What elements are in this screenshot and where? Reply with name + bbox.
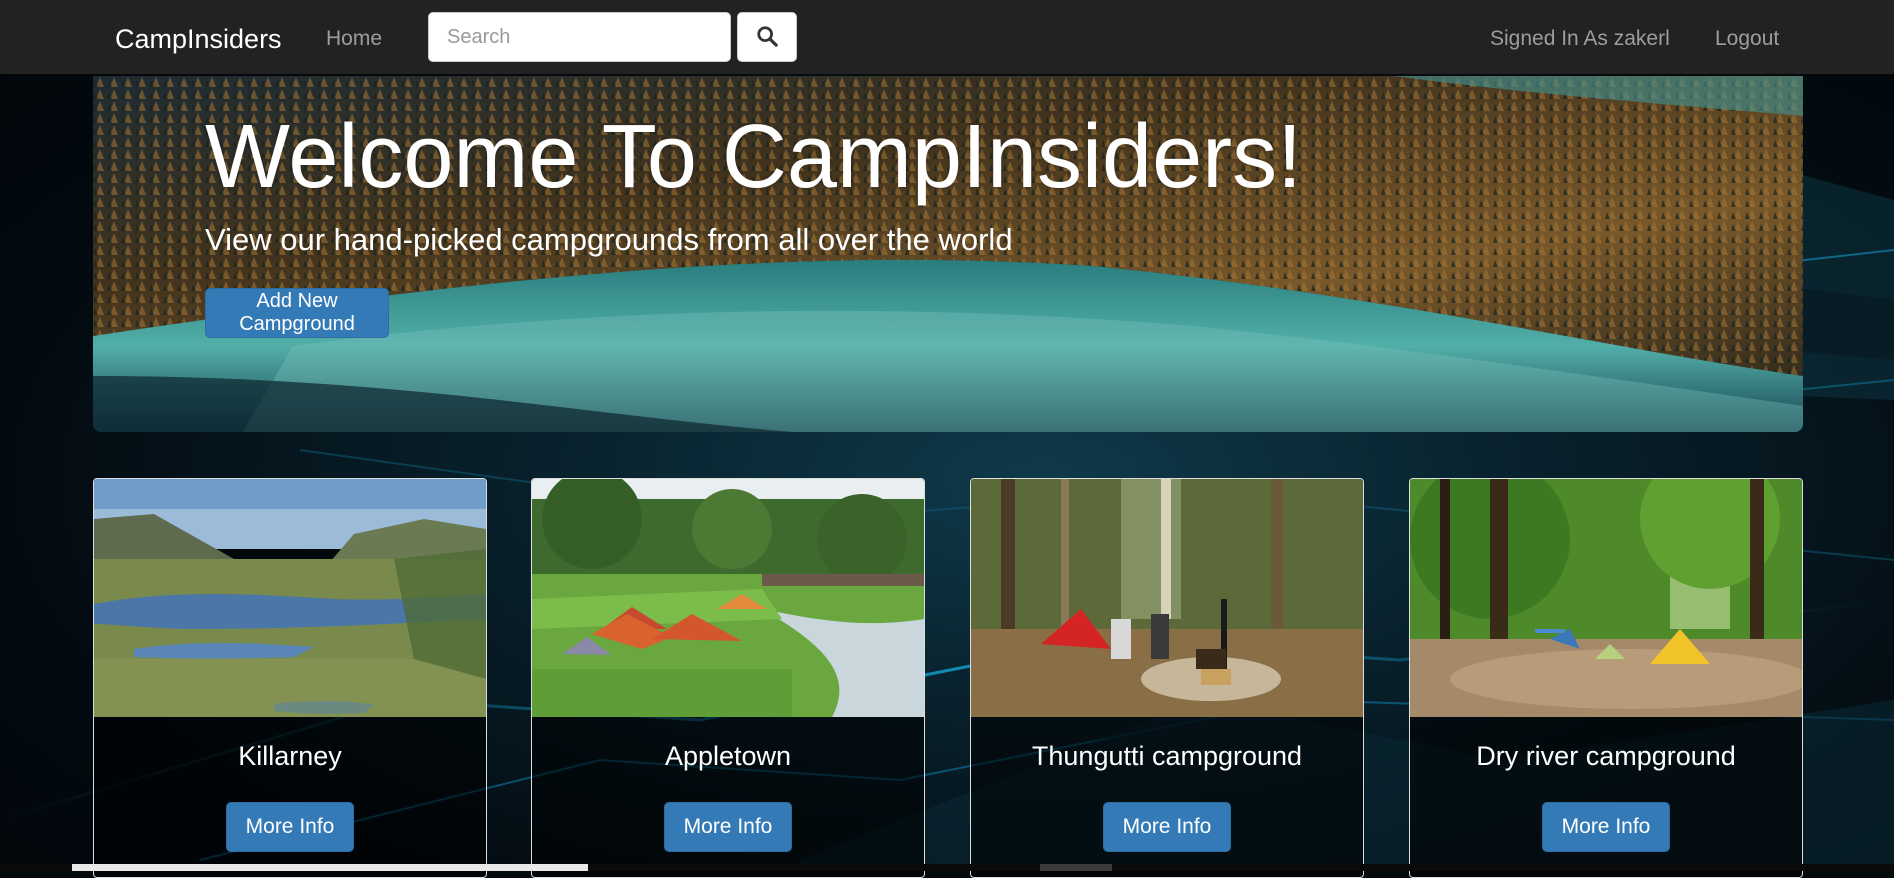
jumbotron: Welcome To CampInsiders! View our hand-p… bbox=[93, 76, 1803, 432]
brand-logo-link[interactable]: CampInsiders bbox=[115, 24, 282, 55]
search-input[interactable] bbox=[428, 12, 731, 62]
horizontal-scrollbar[interactable] bbox=[0, 864, 1894, 871]
campground-image[interactable] bbox=[971, 479, 1363, 717]
campground-name: Thungutti campground bbox=[1031, 741, 1303, 771]
campground-name: Killarney bbox=[238, 741, 342, 771]
more-info-button[interactable]: More Info bbox=[226, 802, 354, 852]
campground-image[interactable] bbox=[94, 479, 486, 717]
campground-image[interactable] bbox=[532, 479, 924, 717]
campground-image[interactable] bbox=[1410, 479, 1802, 717]
page-subtitle: View our hand-picked campgrounds from al… bbox=[205, 222, 1013, 257]
campground-name: Dry river campground bbox=[1476, 741, 1736, 771]
more-info-button[interactable]: More Info bbox=[1542, 802, 1670, 852]
scrollbar-segment bbox=[1040, 864, 1112, 871]
campground-card: Killarney More Info bbox=[93, 478, 487, 878]
campground-card: Dry river campground More Info bbox=[1409, 478, 1803, 878]
campground-name: Appletown bbox=[664, 741, 792, 771]
campground-card: Appletown More Info bbox=[531, 478, 925, 878]
more-info-button[interactable]: More Info bbox=[1103, 802, 1231, 852]
scrollbar-thumb[interactable] bbox=[72, 864, 588, 871]
page-title: Welcome To CampInsiders! bbox=[205, 107, 1303, 207]
more-info-button[interactable]: More Info bbox=[664, 802, 792, 852]
add-new-campground-button[interactable]: Add New Campground bbox=[205, 288, 389, 338]
campground-card: Thungutti campground More Info bbox=[970, 478, 1364, 878]
signed-in-user-link[interactable]: Signed In As zakerl bbox=[1490, 27, 1670, 51]
search-icon bbox=[756, 25, 778, 50]
navbar: CampInsiders Home Signed In As zakerl Lo… bbox=[0, 0, 1894, 75]
nav-home-link[interactable]: Home bbox=[326, 27, 382, 51]
search-button[interactable] bbox=[737, 12, 797, 62]
logout-link[interactable]: Logout bbox=[1715, 27, 1779, 51]
